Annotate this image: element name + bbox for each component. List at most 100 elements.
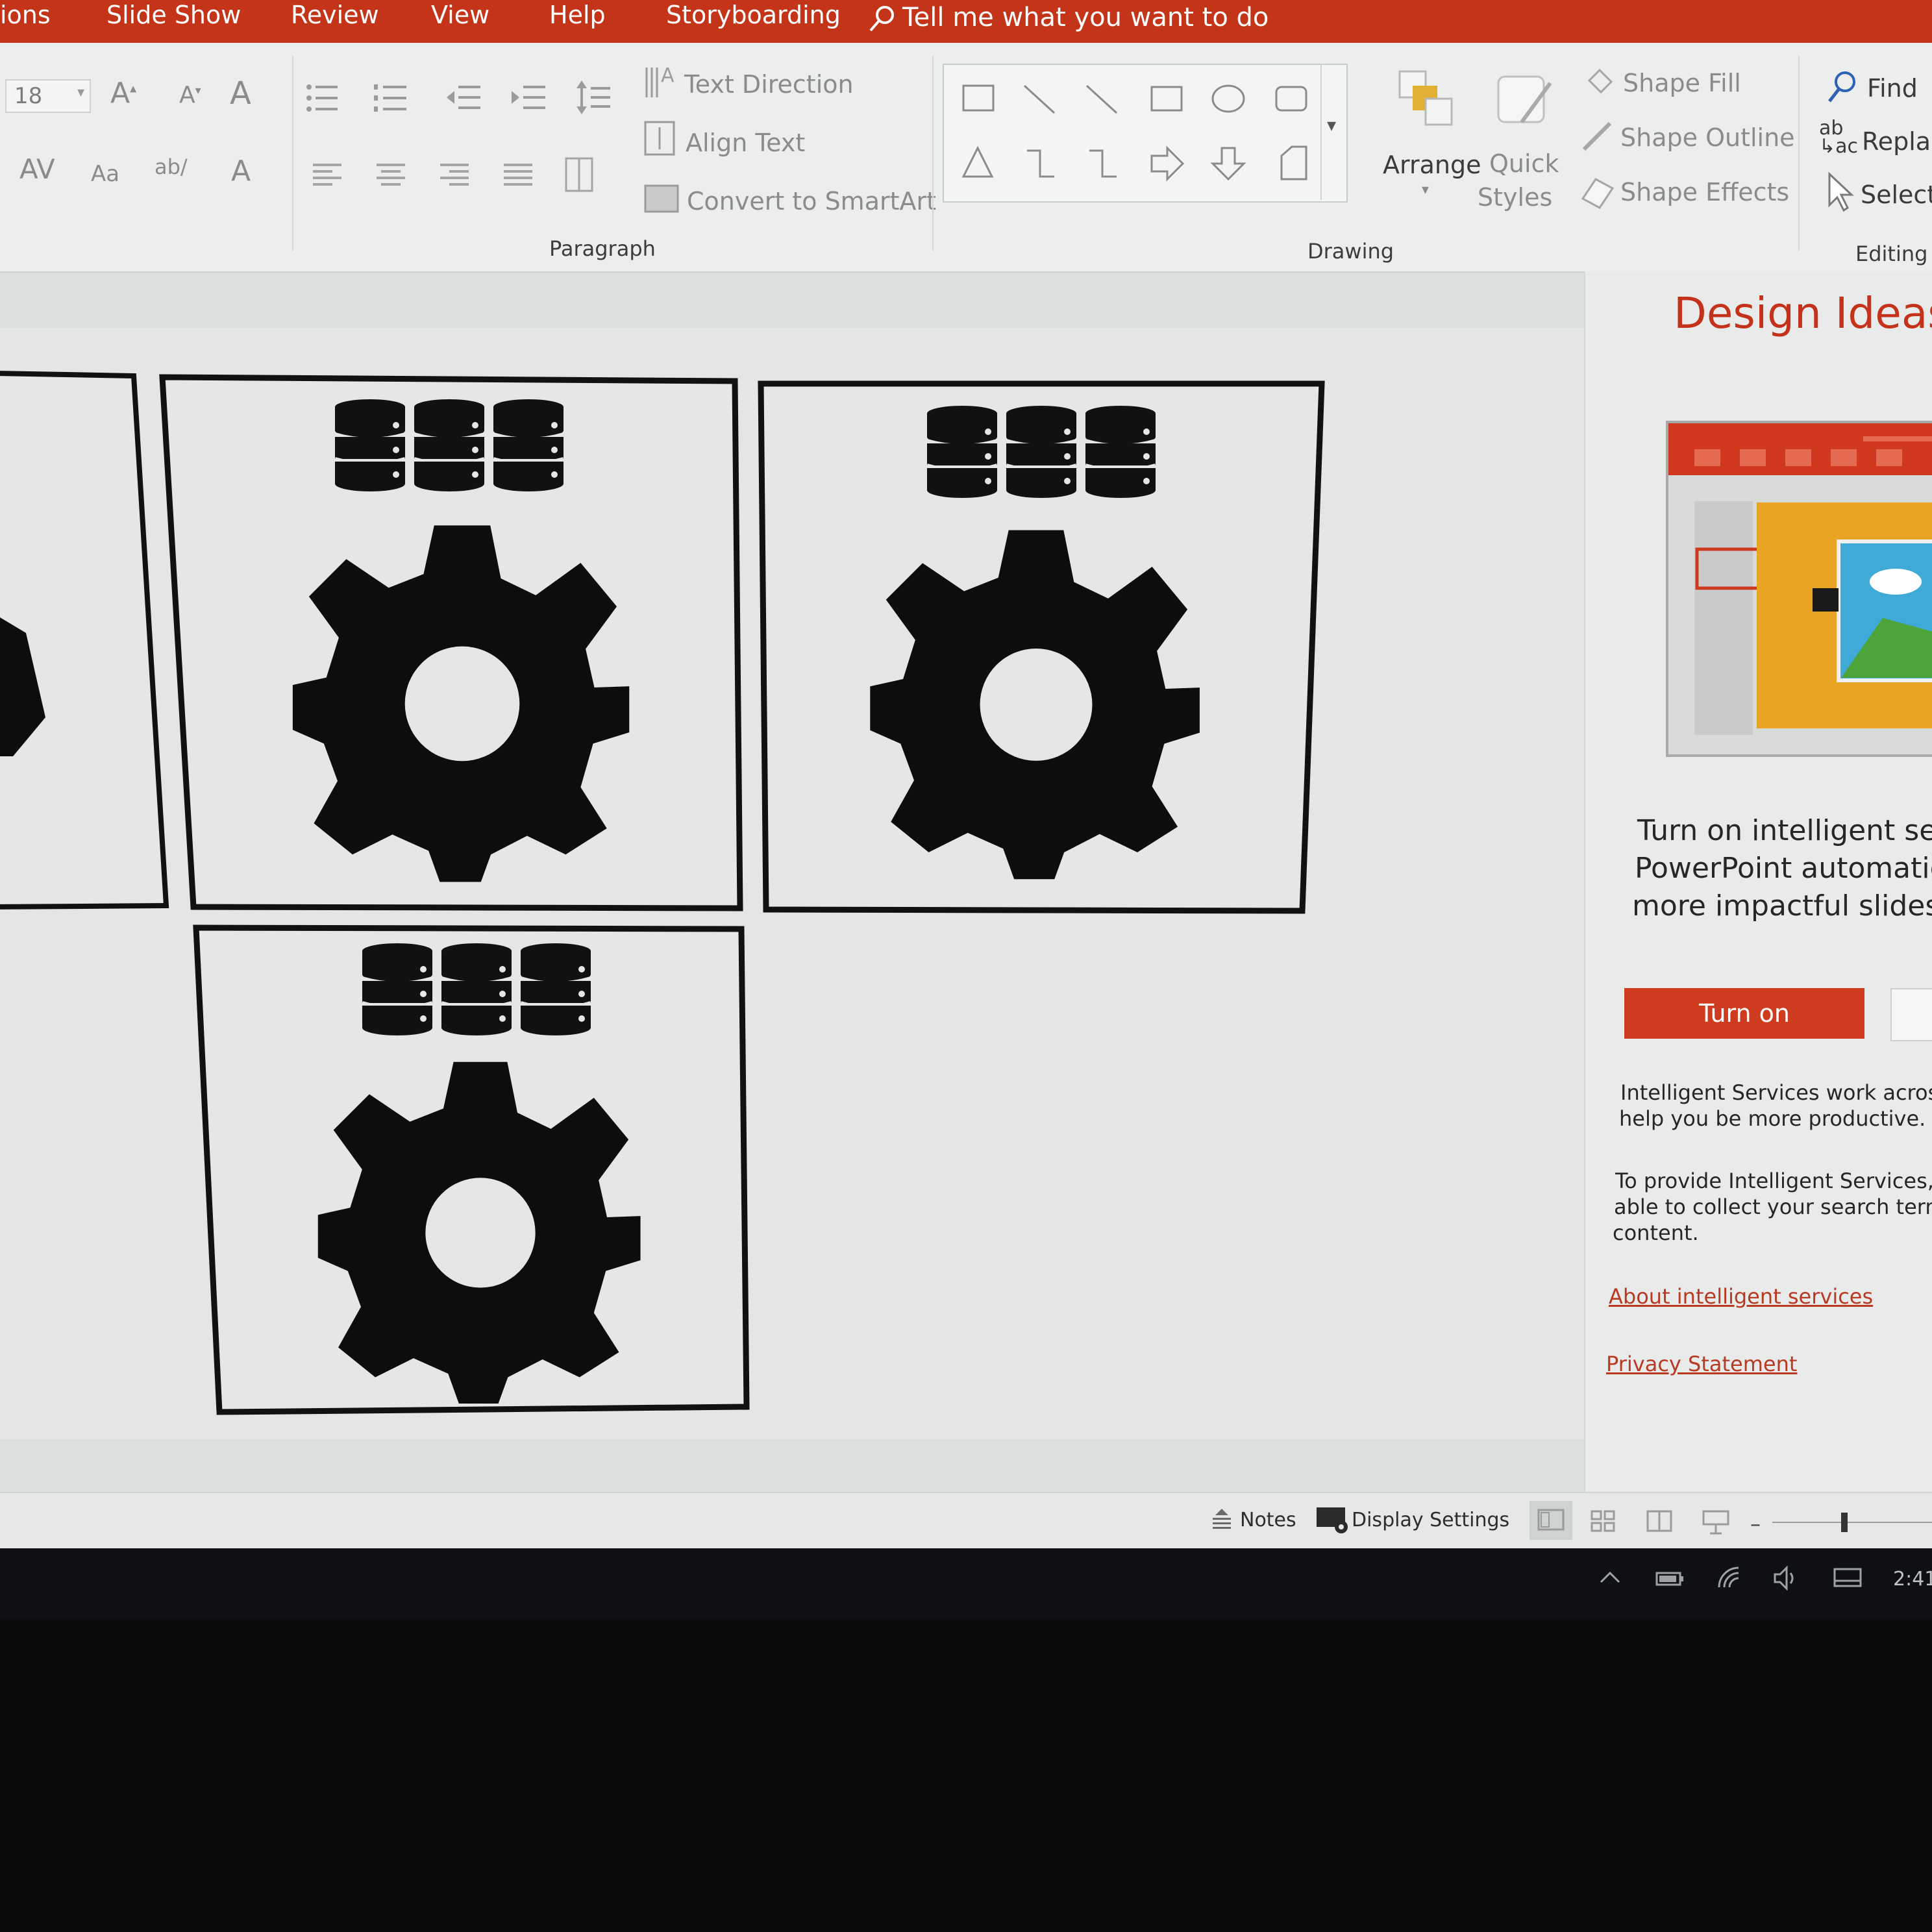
pane-note-1b: help you be more productive.: [1619, 1106, 1926, 1131]
line-shape-icon[interactable]: [1023, 84, 1056, 114]
oval-shape-icon[interactable]: [1211, 84, 1245, 113]
gear-icon: [292, 525, 630, 882]
tab-animations[interactable]: ions: [0, 0, 51, 39]
right-arrow-shape-icon[interactable]: [1150, 145, 1185, 182]
powerpoint-window: ions Slide Show Review View Help Storybo…: [0, 0, 1932, 1548]
svg-text:A: A: [661, 64, 675, 87]
group-separator: [1798, 56, 1800, 251]
pane-body-line-3: more impactful slides: [1632, 889, 1932, 923]
shrink-font-icon[interactable]: A▾: [179, 82, 201, 108]
increase-indent-icon[interactable]: [509, 83, 548, 113]
align-right-icon[interactable]: [439, 162, 471, 188]
display-settings-icon: [1317, 1507, 1348, 1533]
bullets-icon[interactable]: [305, 82, 351, 114]
battery-icon[interactable]: [1654, 1565, 1687, 1591]
wifi-icon[interactable]: [1716, 1565, 1745, 1591]
taskbar-clock[interactable]: 2:41: [1893, 1568, 1932, 1591]
gallery-more-button[interactable]: ▾: [1320, 64, 1348, 200]
tell-me-search[interactable]: Tell me what you want to do: [867, 0, 1269, 39]
slideshow-view-icon[interactable]: [1701, 1507, 1731, 1536]
align-text-button[interactable]: Align Text: [686, 129, 805, 157]
align-text-icon: [644, 121, 675, 156]
reading-view-icon[interactable]: [1645, 1509, 1675, 1535]
snip-shape-icon[interactable]: [1280, 145, 1307, 180]
font-color-icon[interactable]: A: [231, 155, 251, 188]
highlight-icon[interactable]: ab/: [155, 155, 188, 179]
notes-button[interactable]: Notes: [1240, 1509, 1296, 1531]
zoom-out-button[interactable]: –: [1750, 1511, 1761, 1536]
rectangle-shape-icon[interactable]: [1150, 86, 1183, 112]
slide-card-2[interactable]: [758, 380, 1325, 914]
display-icon[interactable]: [1832, 1565, 1864, 1591]
slide-card-left[interactable]: [0, 371, 169, 910]
slide-card-1[interactable]: [159, 374, 743, 911]
gear-icon: [870, 530, 1200, 880]
pane-note-2c: content.: [1613, 1220, 1699, 1245]
justify-icon[interactable]: [502, 162, 535, 188]
zoom-slider[interactable]: [1772, 1522, 1932, 1523]
shapes-gallery[interactable]: [943, 64, 1348, 203]
tab-review[interactable]: Review: [291, 0, 379, 39]
pane-body-line-2: PowerPoint automatic: [1635, 852, 1932, 885]
tab-view[interactable]: View: [431, 0, 489, 39]
numbering-icon[interactable]: [373, 82, 418, 114]
tab-help[interactable]: Help: [549, 0, 606, 39]
database-stack-icon: [335, 399, 564, 491]
convert-smartart-button[interactable]: Convert to SmartArt: [687, 187, 936, 216]
chevron-down-icon: ▾: [77, 84, 84, 101]
shape-effects-button[interactable]: Shape Effects: [1620, 178, 1789, 206]
align-center-icon[interactable]: [375, 162, 408, 188]
ribbon-tab-bar: ions Slide Show Review View Help Storybo…: [0, 0, 1932, 43]
arrange-button[interactable]: Arrange: [1383, 151, 1481, 179]
down-arrow-shape-icon[interactable]: [1210, 147, 1246, 181]
text-direction-button[interactable]: Text Direction: [684, 70, 854, 99]
slide-sorter-icon[interactable]: [1589, 1509, 1618, 1535]
decrease-indent-icon[interactable]: [444, 83, 483, 113]
pane-note-2a: To provide Intelligent Services,: [1615, 1169, 1932, 1193]
paint-bucket-icon: [1587, 68, 1613, 94]
slide-card-3[interactable]: [193, 924, 750, 1415]
rounded-rect-shape-icon[interactable]: [1275, 86, 1307, 112]
triangle-shape-icon[interactable]: [961, 145, 994, 178]
select-button[interactable]: Select: [1861, 180, 1932, 209]
slide-canvas[interactable]: [0, 328, 1602, 1439]
quick-styles-label-2[interactable]: Styles: [1478, 183, 1552, 212]
clear-format-icon[interactable]: A: [230, 75, 251, 112]
find-button[interactable]: Find: [1867, 74, 1918, 103]
columns-icon[interactable]: [565, 157, 597, 193]
volume-icon[interactable]: [1772, 1565, 1798, 1591]
shape-outline-button[interactable]: Shape Outline: [1620, 123, 1795, 152]
elbow-arrow-shape-icon[interactable]: [1089, 149, 1117, 178]
font-size-box[interactable]: 18 ▾: [5, 79, 91, 113]
about-intelligent-services-link[interactable]: About intelligent services: [1609, 1284, 1873, 1309]
design-ideas-pane: Design Ideas Turn on intelligent ser Pow…: [1584, 271, 1932, 1492]
editing-group-label: Editing: [1855, 242, 1928, 266]
pane-body-line-1: Turn on intelligent ser: [1637, 814, 1932, 847]
shape-fill-button[interactable]: Shape Fill: [1623, 69, 1741, 97]
tell-me-text: Tell me what you want to do: [902, 3, 1269, 32]
align-left-icon[interactable]: [312, 162, 344, 188]
chevron-up-icon[interactable]: [1598, 1568, 1622, 1587]
zoom-slider-thumb[interactable]: [1841, 1513, 1848, 1532]
turn-on-button[interactable]: Turn on: [1624, 988, 1864, 1039]
privacy-statement-link[interactable]: Privacy Statement: [1606, 1352, 1797, 1376]
arrow-line-shape-icon[interactable]: [1085, 84, 1118, 114]
notes-icon: [1213, 1509, 1231, 1529]
change-case-icon[interactable]: Aa: [91, 161, 119, 187]
secondary-button[interactable]: [1890, 988, 1932, 1041]
replace-icon: ab ↳ac: [1819, 117, 1859, 158]
display-settings-button[interactable]: Display Settings: [1352, 1509, 1509, 1531]
tab-slide-show[interactable]: Slide Show: [106, 0, 241, 39]
connector-shape-icon[interactable]: [1027, 149, 1054, 178]
replace-button[interactable]: Replac: [1862, 127, 1932, 156]
tab-storyboarding[interactable]: Storyboarding: [666, 0, 841, 39]
quick-styles-label[interactable]: Quick: [1489, 149, 1559, 178]
design-ideas-title: Design Ideas: [1674, 288, 1932, 338]
grow-font-icon[interactable]: A▴: [110, 77, 136, 110]
quick-styles-icon: [1497, 75, 1552, 123]
line-spacing-icon[interactable]: [575, 79, 614, 116]
text-box-shape-icon[interactable]: [962, 84, 995, 112]
search-icon: [1828, 71, 1855, 103]
char-spacing-icon[interactable]: AV: [19, 153, 55, 185]
font-size-value: 18: [14, 83, 43, 109]
